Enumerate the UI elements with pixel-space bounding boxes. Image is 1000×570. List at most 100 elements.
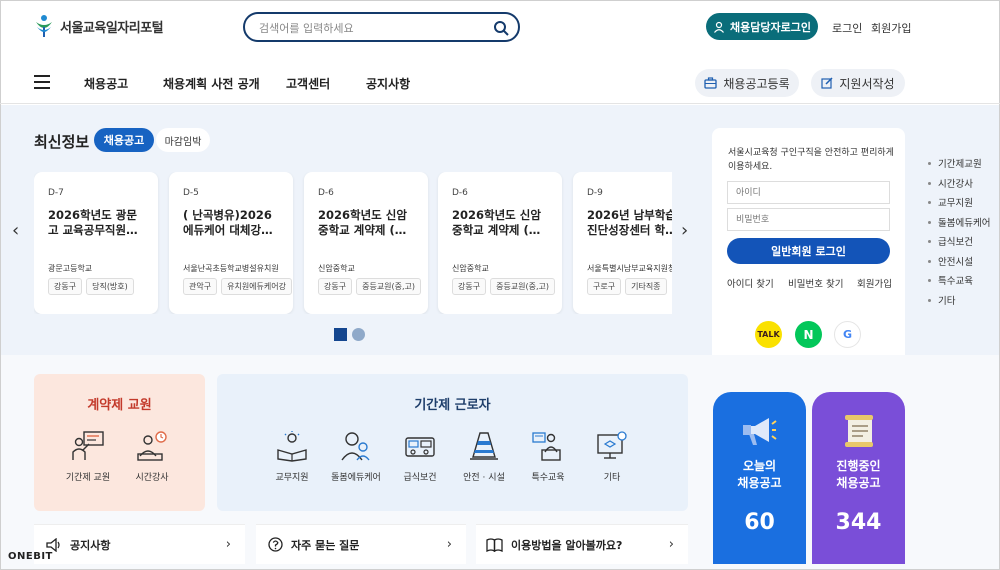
category-safety-facility[interactable]: 안전 · 시설 — [454, 430, 514, 483]
job-card-tags: 강동구 당직(방호) — [48, 278, 134, 295]
region-tag: 관악구 — [183, 278, 218, 295]
category-label: 교무지원 — [275, 473, 309, 483]
job-card[interactable]: D-6 2026학년도 신암 중학교 계약제 (… 신암중학교 강동구 중등교원(… — [304, 172, 428, 314]
job-card[interactable]: D-7 2026학년도 광문 고 교육공무직원… 광문고등학교 강동구 당직(방호… — [34, 172, 158, 314]
dday-badge: D-6 — [452, 188, 468, 198]
nav-item-customer-center[interactable]: 고객센터 — [286, 75, 330, 92]
fixed-term-worker-title: 기간제 근로자 — [414, 398, 491, 413]
job-card[interactable]: D-6 2026학년도 신암 중학교 계약제 (… 신암중학교 강동구 중등교원(… — [438, 172, 562, 314]
nav-item-notices[interactable]: 공지사항 — [366, 75, 410, 92]
contract-teacher-title: 계약제 교원 — [87, 398, 152, 413]
write-application-button[interactable]: 지원서작성 — [811, 69, 905, 97]
briefcase-icon — [704, 77, 718, 89]
job-card-org: 광문고등학교 — [48, 264, 93, 273]
category-care-educare[interactable]: 돌봄에듀케어 — [326, 430, 386, 483]
password-input[interactable] — [727, 208, 890, 231]
notice-bar-label: 공지사항 — [70, 538, 111, 552]
category-label: 시간강사 — [135, 473, 169, 483]
side-item-fixed-term-teacher[interactable]: 기간제교원 — [928, 156, 990, 176]
contract-teacher-panel: 계약제 교원 기간제 교원 시간강사 — [34, 374, 205, 511]
job-type-tag: 유치원에듀케어강 — [221, 278, 292, 295]
ongoing-postings-card[interactable]: 진행중인 채용공고 344 — [812, 392, 905, 564]
tab-closing-soon[interactable]: 마감임박 — [156, 128, 210, 152]
menu-icon[interactable] — [34, 75, 50, 89]
meal-tray-icon — [405, 437, 435, 457]
login-signup-link[interactable]: 회원가입 — [857, 276, 892, 290]
category-meal-health[interactable]: 급식보건 — [390, 430, 450, 483]
register-posting-label: 채용공고등록 — [723, 76, 790, 91]
side-item-academic-support[interactable]: 교무지원 — [928, 195, 990, 215]
speaker-icon — [46, 537, 60, 552]
carousel-prev-icon[interactable]: ‹ — [12, 220, 19, 241]
nav-item-job-postings[interactable]: 채용공고 — [84, 75, 128, 92]
job-type-tag: 당직(방호) — [86, 278, 134, 295]
carousel-dot[interactable] — [352, 328, 365, 341]
job-card-title: 2026학년도 신암 중학교 계약제 (… — [318, 208, 407, 237]
job-card[interactable]: D-9 2026년 남부학습 진단성장센터 학… 서울특별시남부교육지원청 구로구… — [573, 172, 672, 314]
job-card[interactable]: D-5 ( 난곡병유)2026 에듀케어 대체강… 서울난곡초등학교병설유치원 관… — [169, 172, 293, 314]
chevron-right-icon: › — [446, 537, 452, 552]
register-posting-button[interactable]: 채용공고등록 — [695, 69, 799, 97]
tab-job-postings[interactable]: 채용공고 — [94, 128, 154, 152]
dday-badge: D-9 — [587, 188, 603, 198]
category-label: 급식보건 — [403, 473, 437, 483]
category-label: 기간제 교원 — [65, 473, 111, 483]
category-part-time-lecturer[interactable]: 시간강사 — [122, 430, 182, 483]
google-login-icon[interactable]: G — [834, 321, 861, 348]
notice-bar[interactable]: 공지사항 › — [34, 524, 245, 564]
category-side-list: 기간제교원 시간강사 교무지원 돌봄에듀케어 급식보건 안전시설 특수교육 기타 — [928, 156, 990, 312]
side-item-other[interactable]: 기타 — [928, 293, 990, 313]
today-postings-count: 60 — [744, 510, 775, 535]
nav-item-hiring-plan[interactable]: 채용계획 사전 공개 — [163, 75, 260, 92]
ongoing-postings-label: 진행중인 채용공고 — [836, 459, 881, 490]
job-card-org: 신암중학교 — [318, 264, 355, 273]
caregiver-child-icon — [341, 432, 370, 461]
side-item-care-educare[interactable]: 돌봄에듀케어 — [928, 215, 990, 235]
job-card-carousel: D-7 2026학년도 광문 고 교육공무직원… 광문고등학교 강동구 당직(방호… — [34, 172, 672, 314]
region-tag: 강동구 — [318, 278, 353, 295]
book-bulb-icon — [277, 431, 307, 462]
main-nav: 채용공고 채용계획 사전 공개 고객센터 공지사항 채용공고등록 지원서작성 — [0, 58, 1000, 104]
region-tag: 강동구 — [452, 278, 487, 295]
logo-text: 서울교육일자리포털 — [60, 20, 164, 36]
member-login-button[interactable]: 일반회원 로그인 — [727, 238, 890, 264]
find-password-link[interactable]: 비밀번호 찾기 — [788, 276, 843, 290]
carousel-next-icon[interactable]: › — [681, 220, 688, 241]
side-item-safety-facility[interactable]: 안전시설 — [928, 254, 990, 274]
region-tag: 강동구 — [48, 278, 83, 295]
side-item-part-time-lecturer[interactable]: 시간강사 — [928, 176, 990, 196]
category-label: 돌봄에듀케어 — [331, 473, 381, 483]
signup-link[interactable]: 회원가입 — [871, 20, 911, 36]
side-item-meal-health[interactable]: 급식보건 — [928, 234, 990, 254]
user-id-input[interactable] — [727, 181, 890, 204]
login-link[interactable]: 로그인 — [832, 20, 862, 36]
faq-bar[interactable]: 자주 묻는 질문 › — [256, 524, 466, 564]
job-card-tags: 강동구 중등교원(중,고) — [318, 278, 422, 295]
naver-login-icon[interactable]: N — [795, 321, 822, 348]
job-card-tags: 관악구 유치원에듀케어강 — [183, 278, 292, 295]
category-other[interactable]: 기타 — [582, 430, 642, 483]
today-postings-card[interactable]: 오늘의 채용공고 60 — [713, 392, 806, 564]
monitor-icon — [597, 431, 627, 459]
job-card-tags: 구로구 기타직종 — [587, 278, 667, 295]
recruiter-login-button[interactable]: 채용담당자로그인 — [706, 13, 818, 40]
guide-bar[interactable]: 이용방법을 알아볼까요? › — [476, 524, 688, 564]
category-academic-support[interactable]: 교무지원 — [262, 430, 322, 483]
user-icon — [714, 21, 724, 33]
site-logo[interactable]: 서울교육일자리포털 — [34, 14, 164, 38]
category-fixed-term-teacher[interactable]: 기간제 교원 — [58, 430, 118, 483]
kakao-login-icon[interactable]: TALK — [755, 321, 782, 348]
job-card-tags: 강동구 중등교원(중,고) — [452, 278, 556, 295]
question-icon — [268, 537, 283, 552]
job-card-title: ( 난곡병유)2026 에듀케어 대체강… — [183, 208, 273, 237]
teacher-board-icon — [72, 431, 104, 460]
chevron-right-icon: › — [225, 537, 231, 552]
side-item-special-education[interactable]: 특수교육 — [928, 273, 990, 293]
find-id-link[interactable]: 아이디 찾기 — [727, 276, 774, 290]
search-input[interactable] — [259, 19, 489, 37]
top-header: 서울교육일자리포털 채용담당자로그인 로그인 회원가입 — [0, 0, 1000, 56]
category-label: 기타 — [603, 473, 621, 483]
search-icon[interactable] — [493, 20, 509, 36]
category-special-education[interactable]: 특수교육 — [518, 430, 578, 483]
carousel-dot-active[interactable] — [334, 328, 347, 341]
